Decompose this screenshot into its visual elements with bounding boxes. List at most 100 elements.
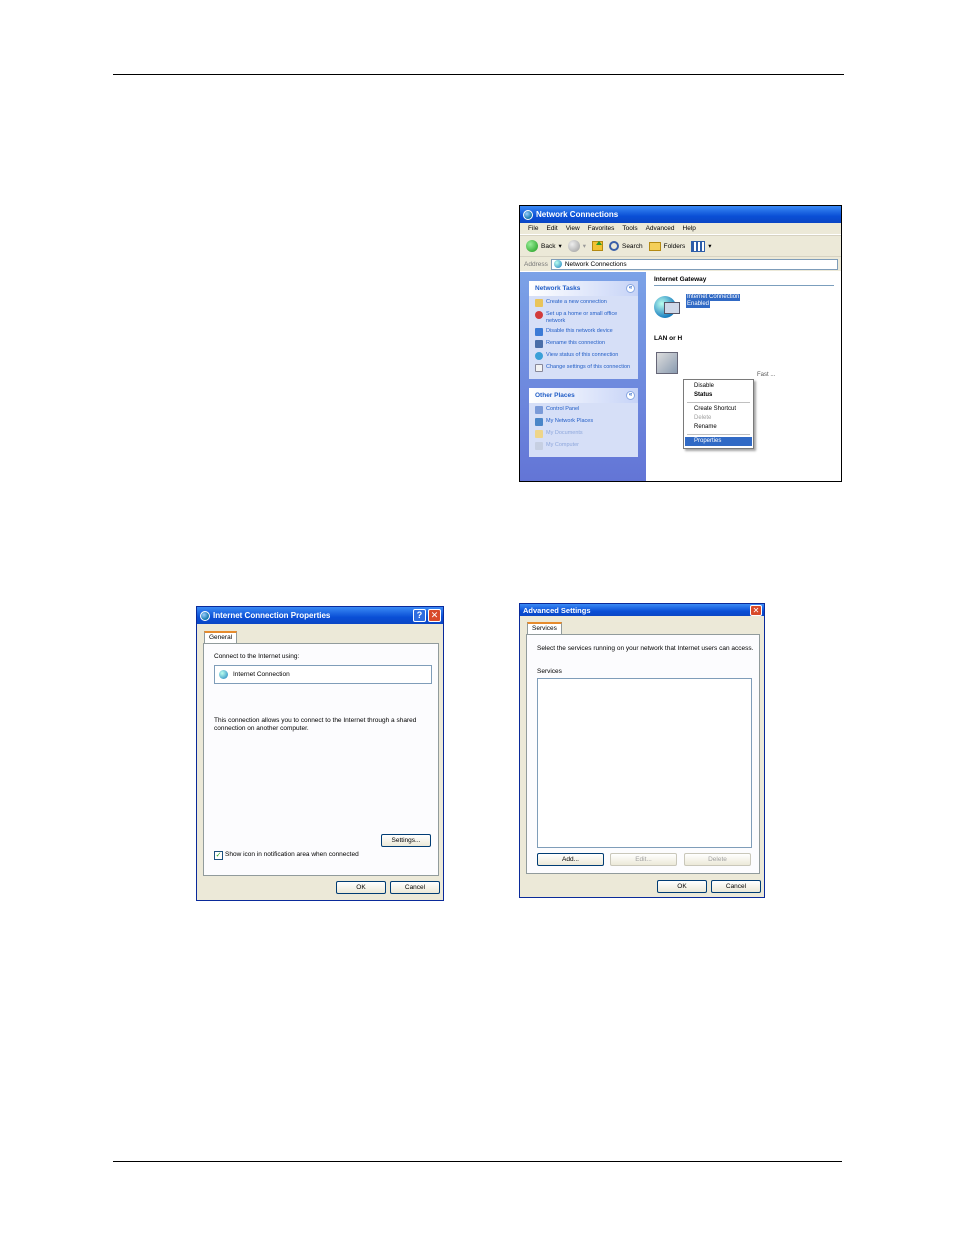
- task-change-settings[interactable]: Change settings of this connection: [535, 364, 634, 372]
- internet-gateway-group: Internet Gateway: [654, 276, 834, 286]
- network-tasks-title: Network Tasks: [535, 285, 581, 292]
- ok-button[interactable]: OK: [657, 880, 707, 893]
- ctx-properties[interactable]: Properties: [685, 437, 752, 446]
- other-places-panel: Other Places « Control Panel My Network …: [529, 388, 638, 457]
- menu-file[interactable]: File: [528, 225, 538, 232]
- tab-services[interactable]: Services: [527, 622, 562, 634]
- close-icon[interactable]: ✕: [750, 604, 762, 616]
- search-label: Search: [621, 242, 643, 250]
- computer-icon: [535, 442, 543, 450]
- ctx-separator: [687, 402, 750, 403]
- task-label: Change settings of this connection: [546, 364, 631, 370]
- views-button[interactable]: ▾: [691, 240, 712, 252]
- lan-connection-icon[interactable]: [656, 352, 678, 374]
- cancel-button[interactable]: Cancel: [390, 881, 440, 894]
- ctx-create-shortcut[interactable]: Create Shortcut: [685, 405, 752, 414]
- connection-description: This connection allows you to connect to…: [214, 717, 417, 732]
- menu-advanced[interactable]: Advanced: [646, 225, 675, 232]
- place-control-panel[interactable]: Control Panel: [535, 406, 634, 414]
- nc-title: Network Connections: [536, 210, 619, 219]
- adv-title-bar[interactable]: Advanced Settings ✕: [520, 604, 764, 616]
- connection-name: Internet Connection: [233, 671, 290, 678]
- lan-connection-text: Fast ...: [757, 372, 776, 378]
- place-label: My Computer: [546, 442, 580, 448]
- close-icon[interactable]: ✕: [428, 609, 441, 622]
- services-list[interactable]: [537, 678, 752, 848]
- nc-body: Network Tasks « Create a new connection …: [520, 272, 841, 481]
- task-label: Disable this network device: [546, 328, 613, 334]
- internet-connection-text: Internet Connection Enabled: [686, 294, 741, 322]
- delete-button: Delete: [684, 853, 751, 866]
- place-label: My Network Places: [546, 418, 594, 424]
- context-menu: Disable Status Create Shortcut Delete Re…: [683, 379, 754, 449]
- folder-up-icon[interactable]: [591, 241, 603, 251]
- ctx-separator: [687, 434, 750, 435]
- icp-title-bar[interactable]: Internet Connection Properties ? ✕: [197, 607, 443, 624]
- other-places-list: Control Panel My Network Places My Docum…: [529, 403, 638, 457]
- folders-label: Folders: [663, 242, 686, 250]
- other-places-header[interactable]: Other Places «: [529, 388, 638, 403]
- ok-button[interactable]: OK: [336, 881, 386, 894]
- menu-view[interactable]: View: [566, 225, 580, 232]
- network-connections-window: Network Connections File Edit View Favor…: [519, 205, 842, 482]
- internet-connection-item[interactable]: Internet Connection Enabled: [654, 294, 741, 322]
- internet-connection-properties-dialog: Internet Connection Properties ? ✕ Gener…: [196, 606, 444, 901]
- back-arrow-icon: [526, 240, 538, 252]
- show-icon-checkbox[interactable]: ✓: [214, 851, 223, 860]
- task-rename-connection[interactable]: Rename this connection: [535, 340, 634, 348]
- task-home-network[interactable]: Set up a home or small office network: [535, 311, 634, 324]
- task-label: View status of this connection: [546, 352, 619, 358]
- back-button[interactable]: Back ▾: [526, 240, 562, 252]
- disable-device-icon: [535, 328, 543, 336]
- menu-favorites[interactable]: Favorites: [588, 225, 615, 232]
- services-label: Services: [537, 668, 562, 675]
- back-dropdown-icon[interactable]: ▾: [558, 242, 561, 250]
- general-tab-page: Connect to the Internet using: Internet …: [203, 643, 439, 876]
- menu-edit[interactable]: Edit: [546, 225, 557, 232]
- settings-button[interactable]: Settings...: [381, 834, 431, 847]
- forward-dropdown-icon[interactable]: ▾: [583, 242, 586, 250]
- search-icon: [608, 241, 619, 251]
- cancel-button[interactable]: Cancel: [711, 880, 761, 893]
- address-value: Network Connections: [564, 260, 627, 268]
- menu-help[interactable]: Help: [683, 225, 696, 232]
- show-icon-label: Show icon in notification area when conn…: [225, 851, 359, 858]
- collapse-chevron-icon[interactable]: «: [626, 391, 635, 400]
- address-field[interactable]: Network Connections: [550, 258, 838, 270]
- help-icon[interactable]: ?: [413, 609, 426, 622]
- place-my-computer[interactable]: My Computer: [535, 442, 634, 450]
- place-my-network-places[interactable]: My Network Places: [535, 418, 634, 426]
- place-label: My Documents: [546, 430, 583, 436]
- forward-button[interactable]: ▾: [567, 240, 586, 252]
- search-button[interactable]: Search: [608, 241, 643, 251]
- connection-name: Internet Connection: [686, 294, 741, 301]
- network-connections-small-icon: [553, 260, 562, 268]
- ctx-delete: Delete: [694, 415, 712, 421]
- home-network-icon: [535, 311, 543, 319]
- folders-button[interactable]: Folders: [648, 241, 686, 251]
- rename-icon: [535, 340, 543, 348]
- new-connection-icon: [535, 299, 543, 307]
- network-connections-icon: [523, 209, 533, 220]
- add-button[interactable]: Add...: [537, 853, 604, 866]
- nc-title-bar[interactable]: Network Connections: [520, 206, 841, 223]
- task-disable-device[interactable]: Disable this network device: [535, 328, 634, 336]
- place-my-documents[interactable]: My Documents: [535, 430, 634, 438]
- ctx-status[interactable]: Status: [685, 391, 752, 400]
- network-tasks-header[interactable]: Network Tasks «: [529, 281, 638, 296]
- ctx-disable[interactable]: Disable: [685, 382, 752, 391]
- lan-group-heading: LAN or H: [654, 335, 683, 342]
- services-tab-page: Select the services running on your netw…: [526, 634, 760, 874]
- connect-using-label: Connect to the Internet using:: [214, 653, 300, 660]
- nc-toolbar: Back ▾ ▾ Search Folders ▾: [520, 235, 841, 257]
- task-create-connection[interactable]: Create a new connection: [535, 299, 634, 307]
- menu-tools[interactable]: Tools: [622, 225, 637, 232]
- other-places-title: Other Places: [535, 392, 575, 399]
- collapse-chevron-icon[interactable]: «: [626, 284, 635, 293]
- tab-general[interactable]: General: [204, 631, 238, 643]
- network-tasks-list: Create a new connection Set up a home or…: [529, 296, 638, 379]
- task-view-status[interactable]: View status of this connection: [535, 352, 634, 360]
- connection-status: Enabled: [686, 301, 711, 308]
- ctx-rename[interactable]: Rename: [685, 423, 752, 432]
- task-label: Set up a home or small office network: [546, 311, 618, 324]
